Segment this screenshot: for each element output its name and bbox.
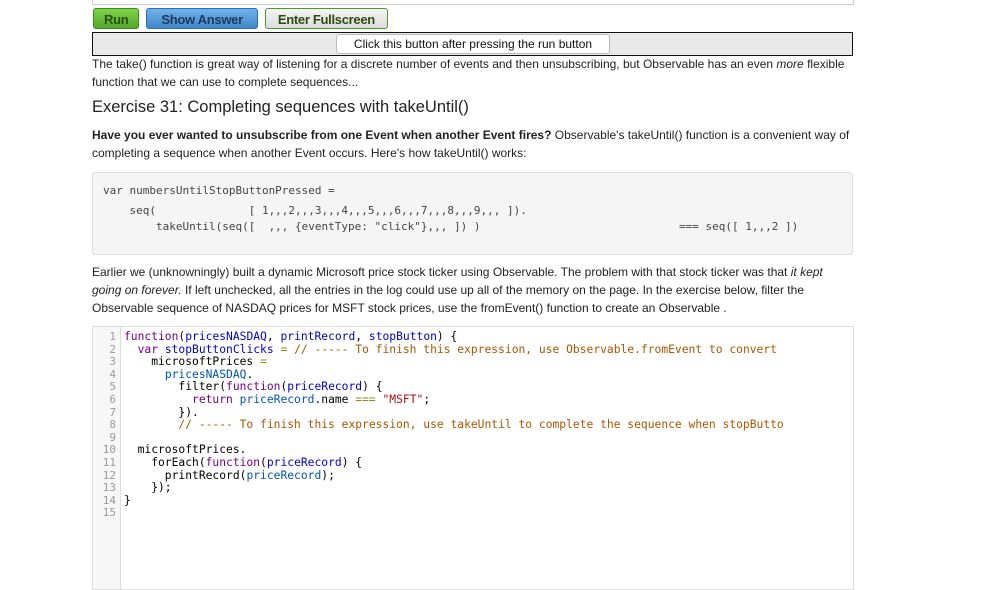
code-token: ( bbox=[260, 456, 267, 469]
code-token: forEach( bbox=[124, 456, 206, 469]
exercise-text: Earlier we (unknowningly) built a dynami… bbox=[92, 265, 791, 279]
code-line[interactable]: microsoftPrices. bbox=[124, 443, 247, 457]
code-editor[interactable]: 1 2 3 4 5 6 7 8 9 10 11 12 13 14 15 function(pricesNAS… bbox=[92, 326, 854, 590]
line-number-gutter: 1 2 3 4 5 6 7 8 9 10 11 12 13 14 15 bbox=[93, 327, 121, 589]
code-token: priceRecord bbox=[287, 380, 363, 394]
code-token: // ----- To finish this expression, use … bbox=[294, 342, 777, 356]
line-number: 5 bbox=[109, 380, 116, 394]
exercise-text-2: If left unchecked, all the entries in th… bbox=[92, 283, 804, 315]
example-line: var numbersUntilStopButtonPressed = bbox=[103, 184, 335, 197]
code-token: , bbox=[266, 330, 281, 343]
code-token: // ----- To finish this expression, use … bbox=[178, 418, 784, 432]
code-token: }); bbox=[124, 481, 172, 495]
exercise-paragraph: Earlier we (unknowningly) built a dynami… bbox=[92, 263, 852, 317]
example-result: === seq([ 1,,,2 ]) bbox=[679, 220, 799, 233]
line-number: 12 bbox=[102, 468, 116, 482]
code-token: ) { bbox=[341, 456, 363, 469]
line-number: 14 bbox=[102, 493, 116, 507]
output-panel: Click this button after pressing the run… bbox=[92, 32, 853, 56]
code-line[interactable]: microsoftPrices = bbox=[124, 355, 267, 368]
line-number: 8 bbox=[109, 418, 116, 432]
code-token: pricesNASDAQ bbox=[185, 330, 267, 343]
description-paragraph: Have you ever wanted to unsubscribe from… bbox=[92, 126, 852, 162]
code-token: }). bbox=[124, 405, 199, 419]
description-bold: Have you ever wanted to unsubscribe from… bbox=[92, 128, 552, 142]
line-number: 13 bbox=[102, 481, 116, 495]
code-token: ; bbox=[423, 393, 431, 406]
code-token: printRecord( bbox=[124, 468, 247, 482]
line-number: 2 bbox=[109, 342, 116, 356]
code-token: microsoftPrices bbox=[124, 355, 261, 369]
code-line[interactable]: var stopButtonClicks = // ----- To finis… bbox=[124, 343, 777, 356]
code-token: === bbox=[355, 393, 376, 406]
code-line[interactable]: }). bbox=[124, 405, 199, 419]
intro-text: The take() function is great way of list… bbox=[92, 57, 777, 71]
code-line[interactable]: // ----- To finish this expression, use … bbox=[124, 418, 784, 432]
code-token: "MSFT" bbox=[382, 393, 424, 406]
line-number: 3 bbox=[109, 355, 116, 369]
code-token: microsoftPrices. bbox=[124, 443, 247, 457]
code-line[interactable]: }); bbox=[124, 481, 172, 495]
run-button[interactable]: Run bbox=[93, 8, 140, 29]
line-number: 1 bbox=[109, 330, 116, 343]
code-line[interactable]: printRecord(priceRecord); bbox=[124, 469, 335, 482]
exercise-heading: Exercise 31: Completing sequences with t… bbox=[92, 98, 469, 116]
code-token: return bbox=[192, 393, 233, 406]
code-line[interactable]: forEach(function(priceRecord) { bbox=[124, 456, 362, 469]
previous-output-box bbox=[92, 0, 854, 5]
code-token: function bbox=[226, 380, 281, 394]
code-token: filter( bbox=[124, 380, 227, 394]
code-token: . bbox=[246, 367, 254, 381]
code-line[interactable]: return priceRecord.name === "MSFT"; bbox=[124, 393, 430, 406]
code-line[interactable]: function(pricesNASDAQ, printRecord, stop… bbox=[124, 330, 457, 343]
code-line[interactable]: pricesNASDAQ. bbox=[124, 368, 253, 381]
line-number: 11 bbox=[102, 456, 116, 469]
line-number: 10 bbox=[102, 443, 116, 457]
code-token: .name bbox=[314, 393, 356, 406]
intro-emphasis: more bbox=[776, 57, 804, 71]
example-line: takeUntil(seq([ ,,, {eventType: "click"}… bbox=[103, 220, 481, 233]
example-code-block: var numbersUntilStopButtonPressed = seq(… bbox=[92, 172, 853, 255]
code-token: priceRecord bbox=[239, 393, 315, 406]
code-line[interactable]: } bbox=[124, 494, 131, 507]
code-token: ) { bbox=[436, 330, 458, 343]
code-token: priceRecord bbox=[266, 456, 342, 469]
code-token: = bbox=[273, 342, 295, 356]
line-number: 9 bbox=[109, 430, 116, 444]
line-number: 6 bbox=[109, 393, 116, 406]
stop-button[interactable]: Click this button after pressing the run… bbox=[336, 34, 610, 54]
code-token: } bbox=[124, 493, 131, 507]
show-answer-button[interactable]: Show Answer bbox=[146, 8, 258, 29]
code-token: ) { bbox=[362, 380, 383, 394]
code-token: = bbox=[260, 355, 267, 369]
intro-paragraph: The take() function is great way of list… bbox=[92, 55, 852, 91]
code-token: var bbox=[137, 342, 159, 356]
line-number: 15 bbox=[102, 506, 116, 520]
code-token: function bbox=[205, 456, 261, 469]
code-token: , bbox=[355, 330, 369, 343]
enter-fullscreen-button[interactable]: Enter Fullscreen bbox=[264, 8, 388, 29]
example-line: seq( [ 1,,,2,,,3,,,4,,,5,,,6,,,7,,,8,,,9… bbox=[103, 204, 527, 217]
code-token: stopButton bbox=[368, 330, 437, 343]
line-number: 7 bbox=[109, 405, 116, 419]
code-token: pricesNASDAQ bbox=[164, 367, 247, 381]
code-token: printRecord bbox=[280, 330, 356, 343]
code-line[interactable]: filter(function(priceRecord) { bbox=[124, 380, 383, 394]
line-number: 4 bbox=[109, 367, 116, 381]
code-token: stopButtonClicks bbox=[164, 342, 274, 356]
code-token: function bbox=[124, 330, 179, 343]
code-token: priceRecord bbox=[246, 468, 322, 482]
code-token: ); bbox=[321, 468, 335, 482]
